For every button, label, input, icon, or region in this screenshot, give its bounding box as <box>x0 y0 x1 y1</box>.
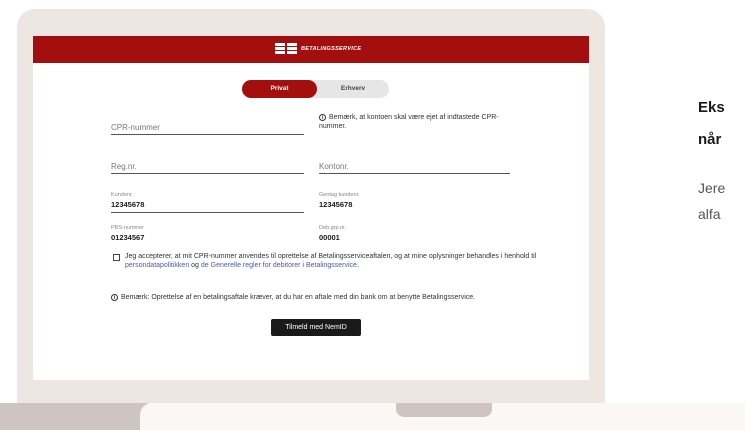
kundenr-input[interactable]: Kundenr. 12345678 <box>111 192 304 213</box>
laptop-base-left <box>0 403 148 430</box>
reg-underline <box>111 173 304 174</box>
gentag-kundenr-input[interactable]: Gentag kundenr. 12345678 <box>319 192 469 212</box>
side-heading-1: Eks <box>698 99 725 116</box>
customer-type-toggle[interactable]: Privat Erhverv <box>242 80 389 98</box>
notice: i Bemærk: Oprettelse af en betalingsaftal… <box>111 293 551 302</box>
kundenr-value: 12345678 <box>111 200 145 209</box>
bs-logo-icon <box>275 43 297 54</box>
nemid-submit-button[interactable]: Tilmeld med NemID <box>271 319 361 336</box>
pbs-value: 01234567 <box>111 233 145 242</box>
cpr-underline <box>111 134 304 135</box>
reg-input[interactable]: Reg.nr. <box>111 162 304 174</box>
side-text-2: alfa <box>698 206 721 222</box>
debgrp-value: 00001 <box>319 233 340 242</box>
laptop-base <box>0 403 745 430</box>
pbs-label: PBS-nummer <box>111 225 145 231</box>
cpr-placeholder: CPR-nummer <box>111 123 160 132</box>
gentag-value: 12345678 <box>319 200 353 209</box>
gentag-label: Gentag kundenr. <box>319 192 360 198</box>
laptop-screen: BETALINGSSERVICE Privat Erhverv CPR-numm… <box>33 36 589 380</box>
debgrp-field: Deb.grp.nr. 00001 <box>319 225 469 245</box>
consent-checkbox[interactable] <box>113 254 120 261</box>
brand-header: BETALINGSSERVICE <box>33 36 589 63</box>
debgrp-label: Deb.grp.nr. <box>319 225 347 231</box>
konto-input[interactable]: Kontonr. <box>319 162 510 174</box>
persondata-link[interactable]: persondatapolitikken <box>125 262 189 269</box>
cpr-note: i Bemærk, at kontoen skal være ejet af in… <box>319 114 499 130</box>
toggle-privat[interactable]: Privat <box>242 80 317 98</box>
side-heading-2: når <box>698 131 722 148</box>
consent-text: Jeg accepterer, at mit CPR-nummer anvend… <box>125 253 537 269</box>
cpr-input[interactable]: CPR-nummer <box>111 123 304 135</box>
notice-info-icon: i <box>111 294 118 301</box>
laptop-notch <box>396 403 492 417</box>
logo-text: BETALINGSSERVICE <box>301 45 362 52</box>
konto-placeholder: Kontonr. <box>319 162 349 171</box>
konto-underline <box>319 173 510 174</box>
side-text-1: Jere <box>698 180 726 196</box>
toggle-erhverv[interactable]: Erhverv <box>317 80 389 98</box>
betalingsservice-logo: BETALINGSSERVICE <box>275 43 361 54</box>
pbs-field: PBS-nummer 01234567 <box>111 225 261 245</box>
info-icon: i <box>319 114 326 121</box>
generelle-regler-link[interactable]: de Generelle regler for debitorer i Beta… <box>201 262 357 269</box>
kundenr-underline <box>111 212 304 213</box>
reg-placeholder: Reg.nr. <box>111 162 137 171</box>
kundenr-label: Kundenr. <box>111 192 134 198</box>
